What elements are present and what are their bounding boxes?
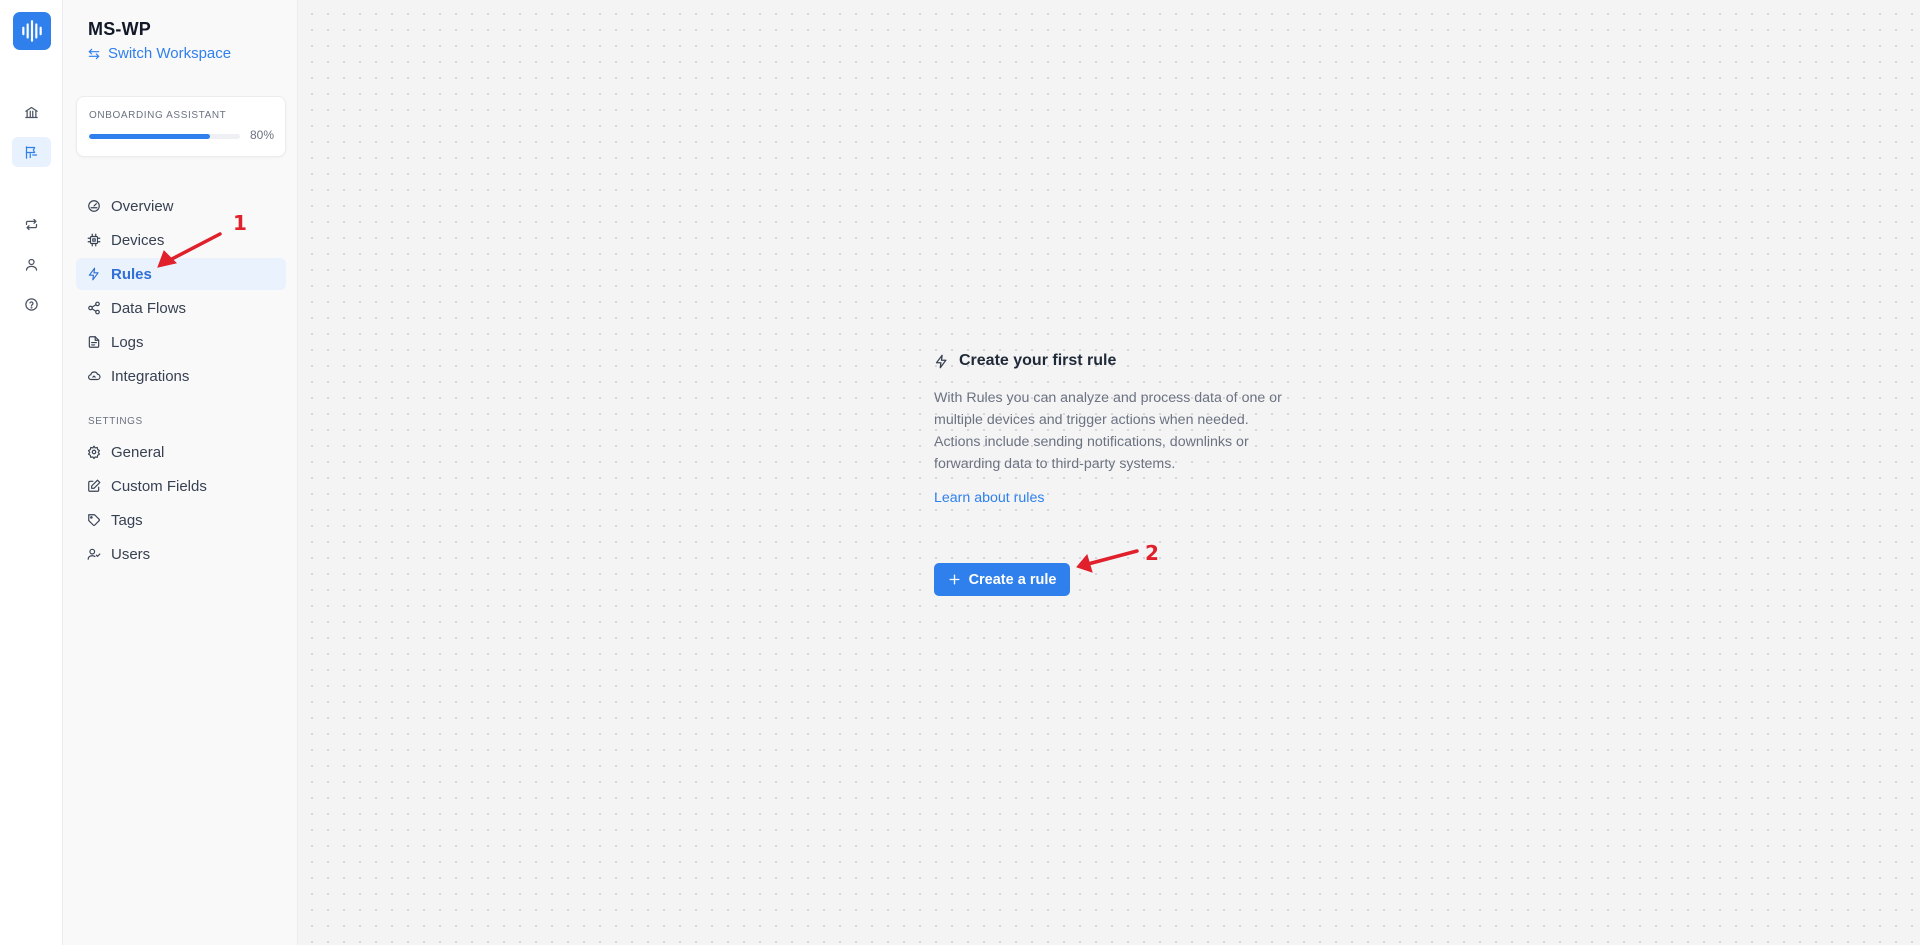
nav-item-general[interactable]: General [76,436,286,468]
nav-label: Data Flows [111,299,187,317]
icon-rail [0,0,63,945]
nav-label: Devices [111,231,165,249]
nav-label: Integrations [111,367,190,385]
annotation-number-2: 2 [1145,541,1159,565]
log-icon [88,336,100,348]
app-logo-icon[interactable] [13,12,51,50]
create-rule-label: Create a rule [968,571,1057,588]
plus-icon [949,574,960,585]
rail-user-button[interactable] [12,249,51,279]
settings-nav: General Custom Fields Tags Users [76,436,286,572]
empty-state-title-row: Create your first rule [934,352,1304,370]
switch-arrows-icon [88,48,100,59]
bank-icon [25,106,38,118]
main-nav: Overview Devices Rules Data Flows Logs I… [76,190,286,394]
gear-icon [87,445,101,459]
nav-label: Logs [111,333,144,351]
main-content: Create your first rule With Rules you ca… [298,0,1920,945]
chip-icon [87,233,101,247]
annotation-number-1: 1 [233,211,247,235]
empty-state-title: Create your first rule [959,352,1117,369]
nav-item-users[interactable]: Users [76,538,286,570]
onboarding-assistant-card[interactable]: ONBOARDING ASSISTANT 80% [76,96,286,157]
users-icon [87,548,101,560]
rail-repeat-button[interactable] [12,209,51,239]
create-rule-button[interactable]: Create a rule [934,563,1070,596]
onboarding-progress-bar [89,134,240,139]
rail-help-button[interactable] [12,289,51,319]
nav-item-data-flows[interactable]: Data Flows [76,292,286,324]
help-icon [25,297,38,311]
nav-label: General [111,443,165,461]
nav-item-overview[interactable]: Overview [76,190,286,222]
learn-about-rules-link[interactable]: Learn about rules [934,490,1044,506]
gauge-icon [88,200,100,212]
bolt-icon [935,354,947,368]
onboarding-progress-fill [89,134,210,139]
edit-icon [88,479,101,492]
rail-flag-button[interactable] [12,137,51,167]
empty-state-description: With Rules you can analyze and process d… [934,390,1282,472]
onboarding-label: ONBOARDING ASSISTANT [89,110,227,121]
cloud-icon [88,371,101,381]
nav-label: Users [111,545,151,563]
nav-label: Custom Fields [111,477,207,495]
nav-label: Tags [111,511,143,529]
rules-empty-state: Create your first rule With Rules you ca… [934,352,1304,596]
workspace-name: MS-WP [88,19,151,39]
settings-section-label: SETTINGS [88,416,143,427]
nav-item-custom-fields[interactable]: Custom Fields [76,470,286,502]
nav-item-integrations[interactable]: Integrations [76,360,286,392]
share-icon [88,301,100,315]
switch-workspace-label: Switch Workspace [108,45,232,62]
rail-bank-button[interactable] [12,97,51,127]
repeat-icon [25,218,38,230]
nav-item-rules[interactable]: Rules [76,258,286,290]
flag-icon [25,145,38,159]
nav-item-logs[interactable]: Logs [76,326,286,358]
switch-workspace-link[interactable]: Switch Workspace [87,45,231,62]
nav-item-devices[interactable]: Devices [76,224,286,256]
bolt-icon [88,267,99,281]
nav-label: Rules [111,265,152,283]
tag-icon [88,514,100,526]
nav-item-tags[interactable]: Tags [76,504,286,536]
workspace-sidebar: MS-WP Switch Workspace ONBOARDING ASSIST… [63,0,298,945]
user-icon [25,258,38,271]
nav-label: Overview [111,197,174,215]
onboarding-progress-value: 80% [249,128,274,142]
